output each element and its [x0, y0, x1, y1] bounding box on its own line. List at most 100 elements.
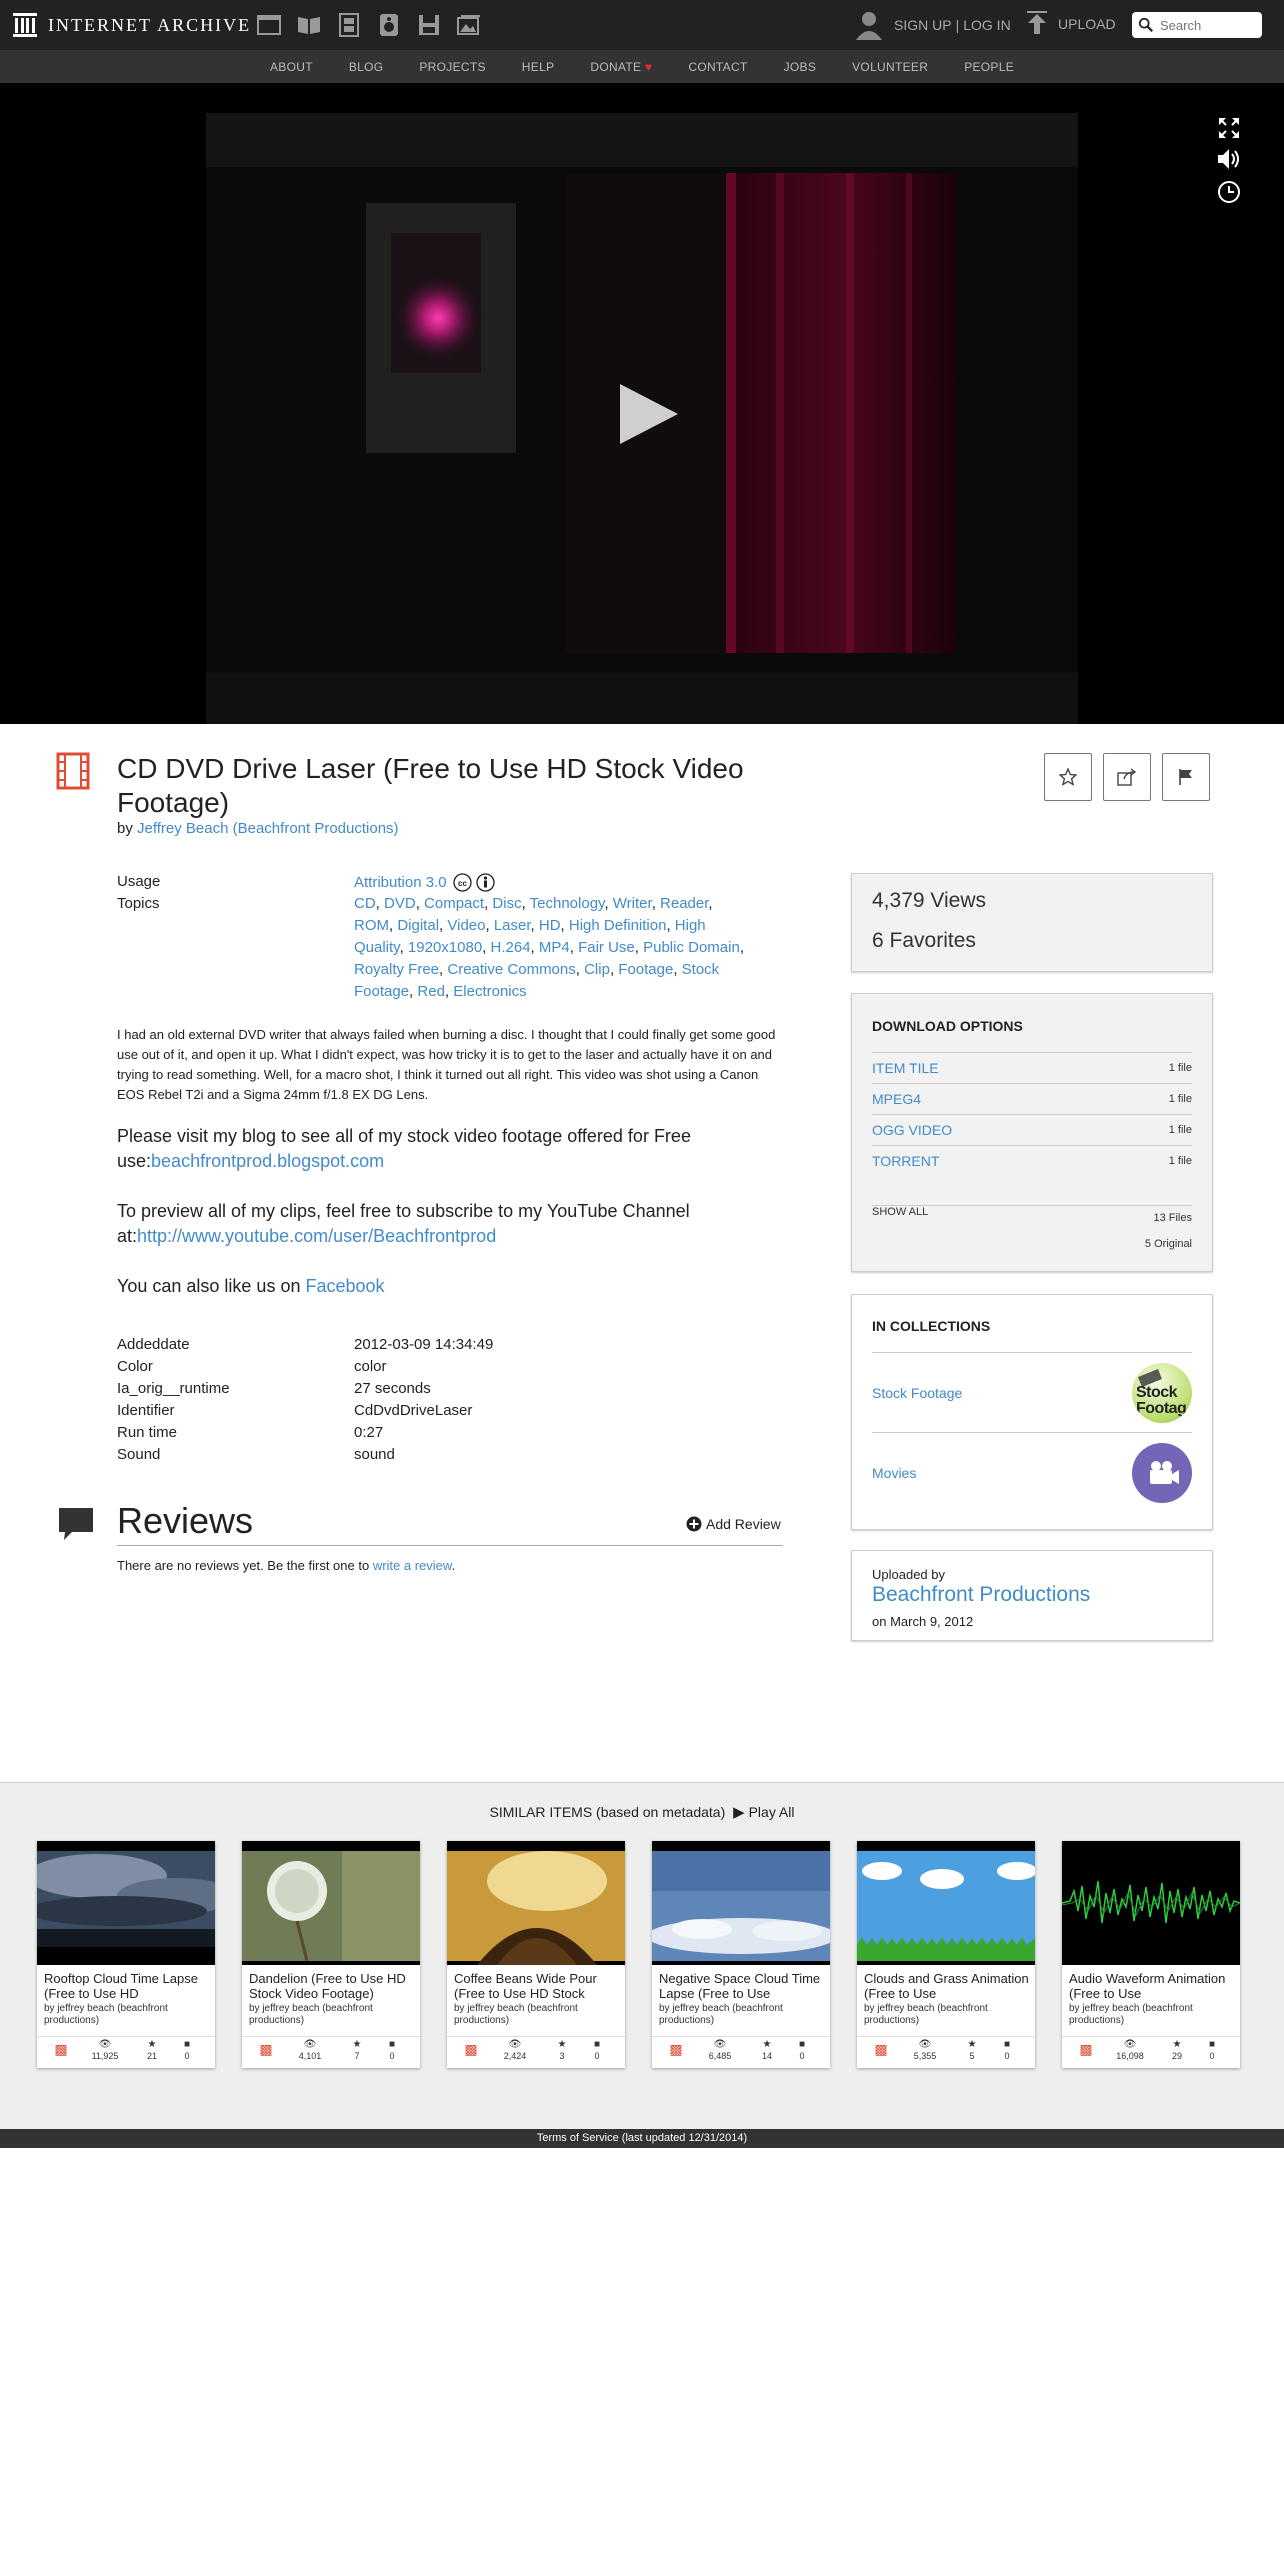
write-review-link[interactable]: write a review	[373, 1558, 452, 1573]
nav-donate[interactable]: DONATE ♥	[572, 60, 670, 74]
similar-item-title[interactable]: Dandelion (Free to Use HD Stock Video Fo…	[249, 1971, 415, 2001]
total-files[interactable]: 13 Files	[1153, 1212, 1192, 1224]
video-player[interactable]	[0, 83, 1284, 724]
creator-link[interactable]: Jeffrey Beach (Beachfront Productions)	[137, 820, 399, 837]
youtube-link[interactable]: http://www.youtube.com/user/Beachfrontpr…	[137, 1226, 496, 1246]
similar-item-title[interactable]: Clouds and Grass Animation (Free to Use	[864, 1971, 1030, 2001]
fullscreen-icon[interactable]	[1216, 115, 1242, 141]
collection-link[interactable]: Stock Footage	[872, 1385, 962, 1401]
topic-link[interactable]: Compact	[424, 895, 484, 912]
topic-link[interactable]: Technology	[530, 895, 605, 912]
images-icon[interactable]	[456, 12, 482, 38]
collection-item[interactable]: Movies	[872, 1432, 1192, 1513]
similar-item-title[interactable]: Coffee Beans Wide Pour (Free to Use HD S…	[454, 1971, 620, 2001]
similar-item-title[interactable]: Negative Space Cloud Time Lapse (Free to…	[659, 1971, 825, 2001]
topic-link[interactable]: Royalty Free	[354, 961, 439, 978]
topic-link[interactable]: CD	[354, 895, 376, 912]
nav-help[interactable]: HELP	[504, 60, 573, 74]
topic-link[interactable]: H.264	[491, 939, 531, 956]
search-input[interactable]	[1158, 16, 1262, 34]
download-option[interactable]: ITEM TILE 1 file	[872, 1052, 1192, 1083]
favorite-button[interactable]	[1044, 753, 1092, 801]
topic-link[interactable]: Clip	[584, 961, 610, 978]
similar-item-title[interactable]: Rooftop Cloud Time Lapse (Free to Use HD	[44, 1971, 210, 2001]
topic-link[interactable]: Creative Commons	[447, 961, 575, 978]
topic-link[interactable]: Footage	[618, 961, 673, 978]
topic-link[interactable]: Electronics	[453, 983, 526, 1000]
download-option-link[interactable]: OGG VIDEO	[872, 1122, 952, 1138]
play-all-button[interactable]: ▶ Play All	[733, 1804, 794, 1821]
download-option-link[interactable]: ITEM TILE	[872, 1060, 939, 1076]
similar-item-thumbnail[interactable]	[652, 1841, 830, 1965]
download-option[interactable]: TORRENT 1 file	[872, 1145, 1192, 1176]
similar-item-title[interactable]: Audio Waveform Animation (Free to Use	[1069, 1971, 1235, 2001]
upload-link[interactable]: UPLOAD	[1024, 10, 1116, 38]
similar-item-tile[interactable]: Audio Waveform Animation (Free to Use by…	[1062, 1841, 1240, 2068]
show-all-link[interactable]: SHOW ALL	[872, 1206, 928, 1218]
search-box[interactable]	[1132, 12, 1262, 38]
collection-item[interactable]: Stock Footage Stock Footag	[872, 1352, 1192, 1433]
add-review-button[interactable]: Add Review	[686, 1516, 781, 1532]
download-option[interactable]: MPEG4 1 file	[872, 1083, 1192, 1114]
facebook-link[interactable]: Facebook	[305, 1276, 384, 1296]
similar-item-thumbnail[interactable]	[1062, 1841, 1240, 1965]
topic-link[interactable]: Digital	[397, 917, 439, 934]
topic-link[interactable]: Red	[417, 983, 445, 1000]
login-link[interactable]: LOG IN	[963, 17, 1010, 33]
nav-blog[interactable]: BLOG	[331, 60, 402, 74]
terms-link[interactable]: Terms of Service (last updated 12/31/201…	[537, 2132, 747, 2144]
nav-volunteer[interactable]: VOLUNTEER	[834, 60, 946, 74]
similar-item-tile[interactable]: Coffee Beans Wide Pour (Free to Use HD S…	[447, 1841, 625, 2068]
similar-item-thumbnail[interactable]	[37, 1841, 215, 1965]
nav-people[interactable]: PEOPLE	[946, 60, 1032, 74]
clock-icon[interactable]	[1216, 179, 1242, 205]
nav-about[interactable]: ABOUT	[252, 60, 331, 74]
topic-link[interactable]: Disc	[492, 895, 521, 912]
topic-link[interactable]: Video	[447, 917, 485, 934]
share-button[interactable]	[1103, 753, 1151, 801]
similar-item-tile[interactable]: Dandelion (Free to Use HD Stock Video Fo…	[242, 1841, 420, 2068]
topic-link[interactable]: ROM	[354, 917, 389, 934]
nav-projects[interactable]: PROJECTS	[401, 60, 503, 74]
topic-link[interactable]: Fair Use	[578, 939, 635, 956]
nav-contact[interactable]: CONTACT	[670, 60, 765, 74]
topic-link[interactable]: Writer	[613, 895, 652, 912]
download-option-link[interactable]: MPEG4	[872, 1091, 921, 1107]
topic-link[interactable]: Reader	[660, 895, 708, 912]
similar-item-thumbnail[interactable]	[242, 1841, 420, 1965]
user-icon[interactable]	[854, 10, 884, 40]
search-icon[interactable]	[1138, 16, 1154, 34]
nav-jobs[interactable]: JOBS	[766, 60, 835, 74]
similar-item-tile[interactable]: Negative Space Cloud Time Lapse (Free to…	[652, 1841, 830, 2068]
flag-button[interactable]	[1162, 753, 1210, 801]
topic-link[interactable]: HD	[539, 917, 561, 934]
topic-link[interactable]: 1920x1080	[408, 939, 482, 956]
license-link[interactable]: Attribution 3.0	[354, 874, 447, 891]
audio-icon[interactable]	[376, 12, 402, 38]
movies-collection-thumbnail[interactable]	[1132, 1443, 1192, 1503]
play-icon[interactable]	[618, 382, 680, 446]
web-icon[interactable]	[256, 12, 282, 38]
similar-item-tile[interactable]: Rooftop Cloud Time Lapse (Free to Use HD…	[37, 1841, 215, 2068]
software-icon[interactable]	[416, 12, 442, 38]
signup-link[interactable]: SIGN UP	[894, 17, 952, 33]
collection-link[interactable]: Movies	[872, 1465, 916, 1481]
download-option[interactable]: OGG VIDEO 1 file	[872, 1114, 1192, 1145]
collection-thumbnail[interactable]: Stock Footag	[1132, 1363, 1192, 1423]
similar-item-tile[interactable]: Clouds and Grass Animation (Free to Use …	[857, 1841, 1035, 2068]
volume-icon[interactable]	[1216, 146, 1242, 172]
logo[interactable]: INTERNET ARCHIVE	[12, 12, 251, 38]
texts-icon[interactable]	[296, 12, 322, 38]
blog-link[interactable]: beachfrontprod.blogspot.com	[151, 1151, 384, 1171]
topic-link[interactable]: Public Domain	[643, 939, 740, 956]
topic-link[interactable]: DVD	[384, 895, 416, 912]
similar-item-thumbnail[interactable]	[447, 1841, 625, 1965]
topic-link[interactable]: High Definition	[569, 917, 667, 934]
download-option-link[interactable]: TORRENT	[872, 1153, 939, 1169]
video-icon[interactable]	[336, 12, 362, 38]
uploader-link[interactable]: Beachfront Productions	[872, 1583, 1090, 1607]
original-files[interactable]: 5 Original	[1145, 1238, 1192, 1250]
topic-link[interactable]: MP4	[539, 939, 570, 956]
similar-item-thumbnail[interactable]	[857, 1841, 1035, 1965]
topic-link[interactable]: Laser	[494, 917, 531, 934]
